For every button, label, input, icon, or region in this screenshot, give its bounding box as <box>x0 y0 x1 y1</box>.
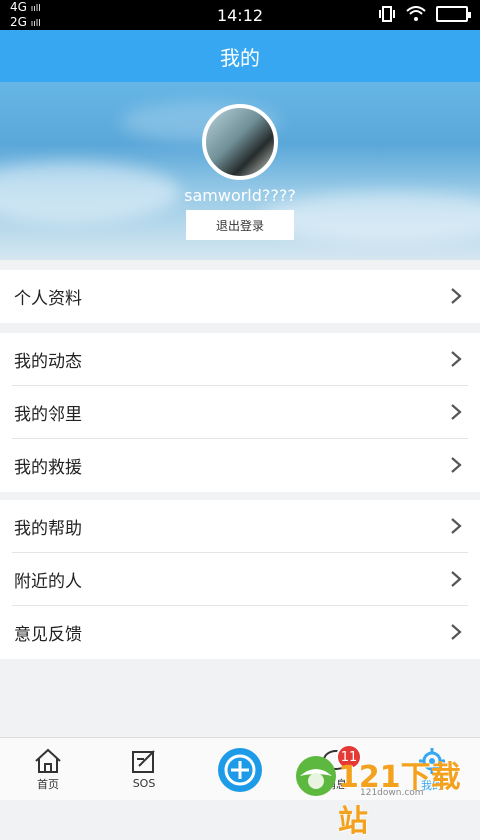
edit-icon <box>132 750 155 773</box>
tab-label: SOS <box>132 777 156 790</box>
tab-home[interactable]: 首页 <box>0 738 96 801</box>
menu-item-label: 个人资料 <box>14 289 82 309</box>
tab-sos[interactable]: SOS <box>96 738 192 801</box>
chevron-right-icon <box>451 288 462 304</box>
chevron-right-icon <box>451 571 462 587</box>
vibrate-icon <box>379 6 395 22</box>
menu-item-label: 我的救援 <box>14 458 82 478</box>
avatar[interactable] <box>202 104 278 180</box>
status-bar: 4G ııll 2G ııll 14:12 <box>0 0 480 30</box>
menu-item-nearby-people[interactable]: 附近的人 <box>0 553 480 606</box>
menu-item-my-help[interactable]: 我的帮助 <box>0 500 480 553</box>
menu-item-label: 附近的人 <box>14 572 82 592</box>
menu-item-label: 我的帮助 <box>14 519 82 539</box>
chevron-right-icon <box>451 518 462 534</box>
watermark-logo-icon <box>296 756 336 796</box>
tab-add[interactable] <box>192 738 288 801</box>
wifi-icon <box>406 6 426 21</box>
menu-group-3: 我的帮助 附近的人 意见反馈 <box>0 500 480 659</box>
menu-item-feedback[interactable]: 意见反馈 <box>0 606 480 659</box>
plus-icon <box>218 747 262 792</box>
chevron-right-icon <box>451 457 462 473</box>
battery-icon <box>436 6 471 22</box>
home-icon <box>35 748 61 773</box>
watermark: 121下载站 121down.com <box>294 750 476 839</box>
menu-item-profile[interactable]: 个人资料 <box>0 270 480 323</box>
menu-group-1: 个人资料 <box>0 270 480 323</box>
menu-item-label: 我的邻里 <box>14 405 82 425</box>
watermark-subtext: 121down.com <box>360 788 424 798</box>
menu-item-label: 我的动态 <box>14 352 82 372</box>
menu-item-label: 意见反馈 <box>14 625 82 645</box>
logout-button[interactable]: 退出登录 <box>186 210 294 240</box>
chevron-right-icon <box>451 624 462 640</box>
chevron-right-icon <box>451 404 462 420</box>
page-title: 我的 <box>0 30 480 82</box>
menu-item-my-rescue[interactable]: 我的救援 <box>0 439 480 492</box>
chevron-right-icon <box>451 351 462 367</box>
menu-group-2: 我的动态 我的邻里 我的救援 <box>0 333 480 492</box>
profile-banner: samworld???? 退出登录 <box>0 82 480 260</box>
menu-item-my-posts[interactable]: 我的动态 <box>0 333 480 386</box>
tab-label: 首页 <box>37 777 59 791</box>
username: samworld???? <box>184 186 296 205</box>
menu-item-my-neighbors[interactable]: 我的邻里 <box>0 386 480 439</box>
